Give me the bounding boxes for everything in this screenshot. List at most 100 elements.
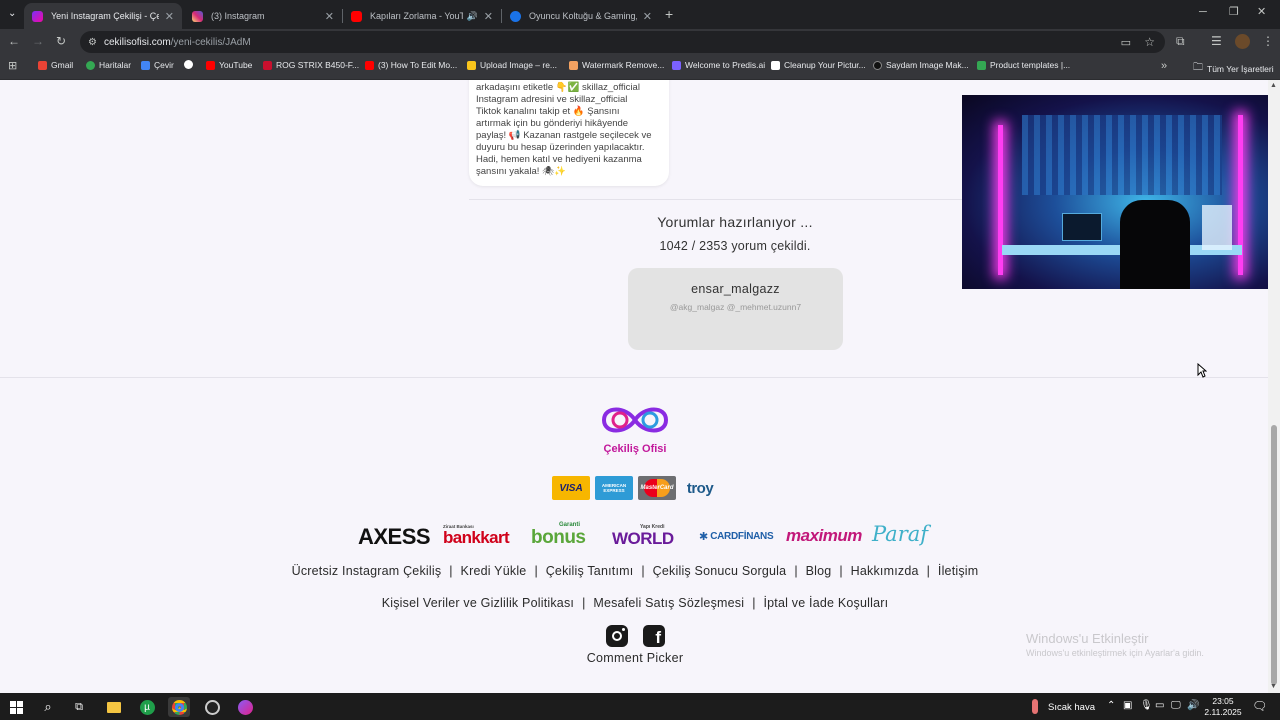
link-separator: | (794, 564, 798, 578)
bookmark-product[interactable]: Product templates |... (977, 60, 1070, 70)
tray-chevron-icon[interactable]: ⌃ (1107, 701, 1115, 711)
bookmark-upload[interactable]: Upload Image – re... (467, 60, 557, 70)
bookmark-youtube[interactable]: YouTube (206, 60, 252, 70)
mastercard-logo-icon: MasterCard (640, 485, 674, 491)
link-sonuc-sorgula[interactable]: Çekiliş Sonucu Sorgula (653, 564, 787, 578)
gmail-icon (38, 60, 47, 70)
install-app-icon[interactable]: ▭ (1121, 36, 1131, 49)
bookmarks-bar: ⊞ Gmail Haritalar Çevir YouTube ROG STRI… (0, 55, 1280, 80)
back-arrow-icon[interactable]: ← (8, 35, 20, 47)
new-tab-plus-icon[interactable]: + (665, 7, 673, 21)
bookmark-gmail[interactable]: Gmail (38, 60, 73, 70)
page-scrollbar[interactable]: ▲ ▼ (1268, 80, 1280, 693)
apps-grid-icon[interactable]: ⊞ (8, 61, 17, 72)
tray-app-icon[interactable]: ▣ (1123, 701, 1132, 711)
menu-dots-icon[interactable]: ⋮ (1262, 35, 1274, 47)
bookmark-translate[interactable]: Çevir (141, 60, 174, 70)
clock-time[interactable]: 23:05 (1206, 696, 1240, 706)
comment-username: ensar_malgazz (691, 282, 780, 296)
browser-toolbar: ← → ↻ ⚙ cekilisofisi.com /yeni-cekilis/J… (0, 29, 1280, 55)
microphone-icon[interactable]: 🎙 (1140, 701, 1153, 711)
reload-icon[interactable]: ↻ (56, 35, 66, 47)
weather-label[interactable]: Sıcak hava (1048, 702, 1095, 713)
url-path: /yeni-cekilis/JAdM (170, 36, 251, 48)
speaker-icon[interactable]: 🔊 (467, 11, 478, 22)
address-bar[interactable]: ⚙ cekilisofisi.com /yeni-cekilis/JAdM ▭ … (80, 31, 1165, 53)
chat-app-icon[interactable] (234, 697, 256, 717)
site-info-icon[interactable]: ⚙ (88, 37, 97, 48)
more-bookmarks-chevron-icon[interactable]: » (1161, 61, 1167, 72)
cleanup-icon (771, 60, 780, 70)
scroll-down-arrow-icon[interactable]: ▼ (1270, 683, 1277, 690)
caption-line: paylaş! 📢 Kazanan rastgele seçilecek ve (476, 130, 652, 141)
search-icon[interactable]: ⌕ (37, 697, 59, 717)
bookmark-saydam[interactable]: Saydam Image Mak... (873, 60, 969, 70)
file-explorer-icon[interactable] (103, 697, 125, 717)
chrome-icon[interactable] (168, 697, 190, 717)
footer-logo[interactable]: Çekiliş Ofisi (596, 402, 674, 455)
task-view-icon[interactable]: ⧉ (68, 697, 90, 717)
extensions-icon[interactable]: ⧉ (1176, 35, 1185, 47)
all-bookmarks-folder[interactable]: 🗀 Tüm Yer İşaretleri (1193, 60, 1274, 77)
tab-youtube[interactable]: Kapıları Zorlama - YouTube 🔊 ✕ (343, 3, 501, 29)
profile-avatar[interactable] (1235, 34, 1250, 49)
link-hakkimizda[interactable]: Hakkımızda (851, 564, 919, 578)
upload-icon (467, 60, 476, 70)
tab-cekilis[interactable]: Yeni Instagram Çekilişi - Çekiliş ✕ (24, 3, 182, 29)
scrollbar-thumb[interactable] (1271, 425, 1277, 685)
bank-axess: AXESS (358, 524, 431, 549)
link-cekilis-tanitimi[interactable]: Çekiliş Tanıtımı (546, 564, 634, 578)
close-icon[interactable]: ✕ (325, 10, 334, 23)
link-iletisim[interactable]: İletişim (938, 564, 979, 578)
bookmark-rog[interactable]: ROG STRIX B450-F... (263, 60, 359, 70)
clock-date[interactable]: 2.11.2025 (1202, 707, 1244, 717)
volume-icon[interactable]: 🔊 (1187, 701, 1199, 711)
utorrent-icon[interactable]: µ (136, 697, 158, 717)
restore-icon[interactable]: ❐ (1229, 7, 1239, 18)
close-icon[interactable]: ✕ (165, 10, 174, 23)
display-icon[interactable]: 🖵 (1171, 701, 1181, 711)
bookmark-howto[interactable]: (3) How To Edit Mo... (365, 60, 457, 70)
mouse-cursor-icon (1197, 363, 1207, 378)
window-close-icon[interactable]: ✕ (1257, 7, 1266, 18)
bookmark-watermark[interactable]: Watermark Remove... (569, 60, 664, 70)
meet-icon[interactable]: ▭ (1155, 701, 1164, 711)
link-mesafeli-satis[interactable]: Mesafeli Satış Sözleşmesi (593, 596, 744, 610)
tab-search-chevron-icon[interactable]: ⌄ (8, 9, 16, 19)
link-separator: | (641, 564, 645, 578)
minimize-icon[interactable]: ─ (1199, 7, 1207, 18)
bookmark-maps[interactable]: Haritalar (86, 60, 131, 70)
recorder-icon[interactable] (201, 697, 223, 717)
bookmark-google[interactable] (184, 60, 197, 69)
bookmark-cleanup[interactable]: Cleanup Your Pictur... (771, 60, 866, 70)
monitor (1062, 213, 1102, 241)
tab-instagram[interactable]: (3) Instagram ✕ (184, 3, 342, 29)
saydam-icon (873, 60, 882, 70)
close-icon[interactable]: ✕ (643, 10, 652, 23)
cekilis-favicon-icon (32, 10, 43, 22)
link-blog[interactable]: Blog (806, 564, 832, 578)
link-gizlilik[interactable]: Kişisel Veriler ve Gizlilik Politikası (382, 596, 574, 610)
facebook-icon[interactable]: f (643, 625, 665, 647)
weather-thermometer-icon[interactable] (1032, 699, 1038, 714)
forward-arrow-icon[interactable]: → (32, 35, 44, 47)
link-iptal-iade[interactable]: İptal ve İade Koşulları (763, 596, 888, 610)
checkmark-favicon-icon (510, 10, 521, 22)
bookmark-predis[interactable]: Welcome to Predis.ai (672, 60, 765, 70)
instagram-icon[interactable] (606, 625, 628, 647)
card-mastercard: MasterCard (638, 476, 676, 500)
link-ucretsiz-cekilis[interactable]: Ücretsiz Instagram Çekiliş (292, 564, 442, 578)
troy-logo-icon: troy (686, 479, 714, 497)
windows-start-icon[interactable] (5, 697, 27, 717)
youtube-icon (206, 60, 215, 70)
notifications-icon[interactable]: 🗨 (1252, 700, 1267, 712)
close-icon[interactable]: ✕ (484, 10, 493, 23)
bank-cardfinans: ✱ CARDFİNANS (699, 530, 774, 543)
reading-list-icon[interactable]: ☰ (1211, 35, 1222, 47)
bookmark-star-icon[interactable]: ☆ (1144, 35, 1155, 49)
link-kredi-yukle[interactable]: Kredi Yükle (461, 564, 527, 578)
link-separator: | (449, 564, 453, 578)
scroll-up-arrow-icon[interactable]: ▲ (1270, 82, 1277, 89)
section-divider (469, 199, 969, 200)
tab-koltuk[interactable]: Oyuncu Koltuğu & Gaming, Ga ✕ (502, 3, 660, 29)
